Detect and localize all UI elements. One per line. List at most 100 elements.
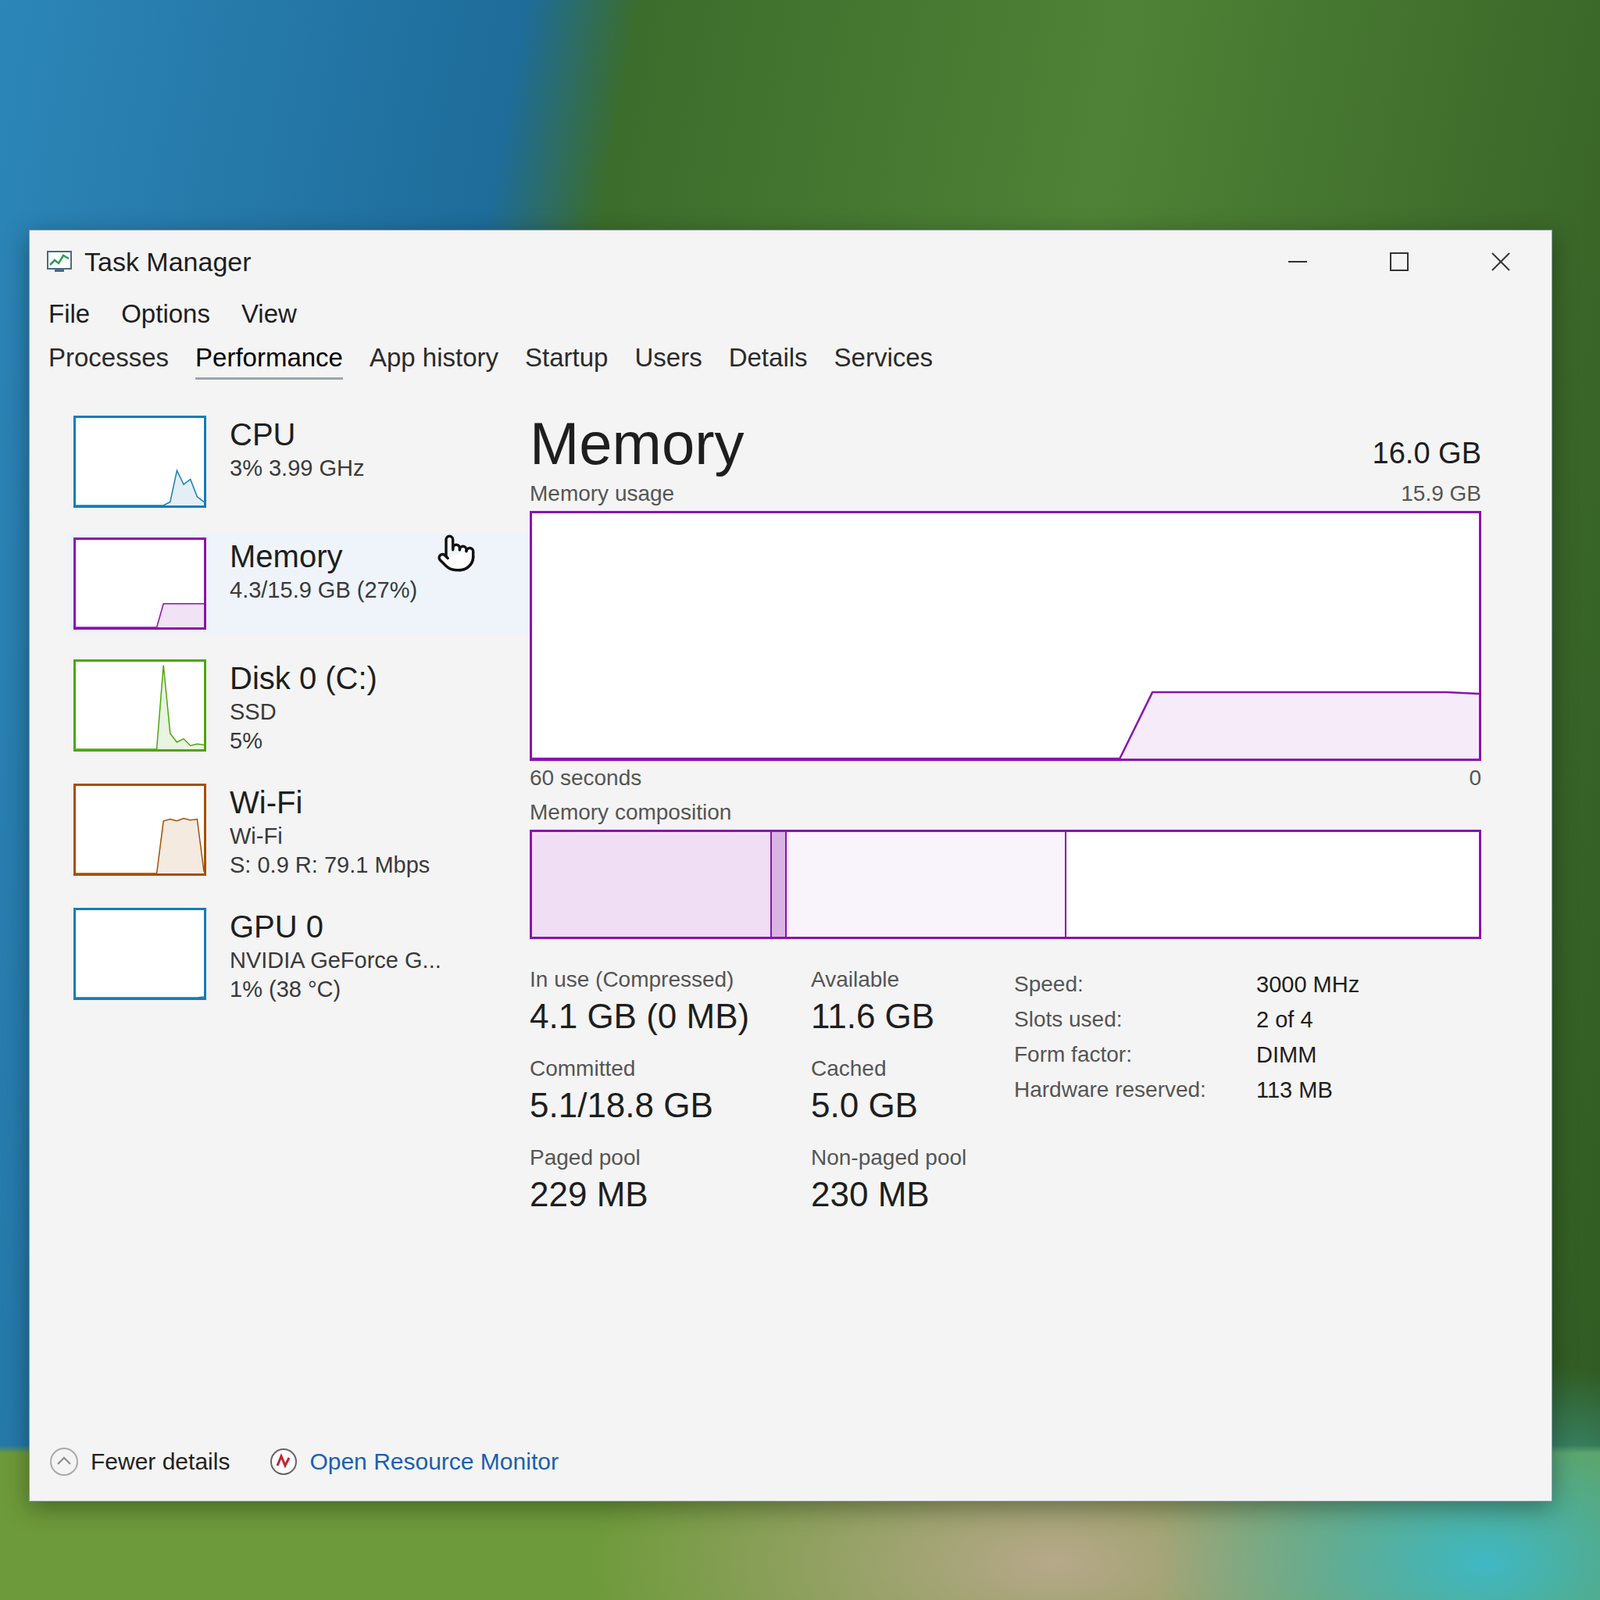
fewer-details-button[interactable]: Fewer details <box>48 1446 230 1478</box>
menu-item[interactable]: File <box>48 299 90 329</box>
sidebar-item-name: GPU 0 <box>229 909 442 945</box>
stat-value: 230 MB <box>810 1175 999 1215</box>
stats-area: In use (Compressed)4.1 GB (0 MB)Availabl… <box>529 967 1482 1215</box>
tab-bar: Processes Performance App history Startup Us… <box>29 335 1552 385</box>
spec-label: Speed: <box>1014 971 1249 998</box>
stat: In use (Compressed) 4.1 GB (0 MB) <box>529 967 811 1036</box>
stat-value: 11.6 GB <box>810 996 999 1036</box>
stat-value: 5.1/18.8 GB <box>529 1085 811 1125</box>
thumbnail-chart <box>73 783 207 876</box>
desktop: Task Manager File Options View Processes Perf… <box>0 0 1600 1600</box>
minimize-icon <box>1285 250 1310 274</box>
task-manager-window: Task Manager File Options View Processes Perf… <box>28 229 1553 1502</box>
performance-body: CPU3% 3.99 GHz Memory4.3/15.9 GB (27%) Dis… <box>29 384 1552 1431</box>
spec-value: 3000 MHz <box>1256 971 1360 998</box>
chart-max: 15.9 GB <box>1400 481 1482 507</box>
sidebar-item-detail: 5% <box>229 728 378 754</box>
sidebar-item-detail: S: 0.9 R: 79.1 Mbps <box>229 852 430 879</box>
menu-bar: File Options View <box>29 292 1552 336</box>
stat: Non-paged pool 230 MB <box>810 1145 999 1215</box>
stat-label: Cached <box>810 1056 999 1082</box>
resource-monitor-link[interactable]: Open Resource Monitor <box>268 1446 559 1477</box>
close-button[interactable] <box>1450 230 1552 293</box>
chart-min: 0 <box>1468 765 1482 791</box>
sidebar-item[interactable]: Wi-FiWi-FiS: 0.9 R: 79.1 Mbps <box>67 778 530 883</box>
stat-label: Committed <box>529 1056 811 1082</box>
stat-value: 229 MB <box>529 1175 811 1215</box>
thumbnail-chart <box>73 659 207 752</box>
spec-label: Slots used: <box>1014 1007 1249 1033</box>
hand-cursor-icon <box>435 532 477 577</box>
sidebar-item-detail: 4.3/15.9 GB (27%) <box>229 577 418 604</box>
minimize-button[interactable] <box>1246 230 1349 293</box>
sidebar-item-text: CPU3% 3.99 GHz <box>229 415 365 482</box>
stat-label: Paged pool <box>529 1145 811 1171</box>
title-bar: Task Manager <box>29 230 1552 293</box>
stat-label: Available <box>810 967 999 993</box>
sidebar-item[interactable]: GPU 0NVIDIA GeForce G...1% (38 °C) <box>67 903 530 1008</box>
chart-label: Memory usage <box>529 481 675 507</box>
stat-value: 4.1 GB (0 MB) <box>529 996 811 1036</box>
window-controls <box>1246 230 1552 293</box>
window-title: Task Manager <box>84 246 1236 278</box>
sidebar-item-detail: 3% 3.99 GHz <box>229 455 365 482</box>
chart-time: 60 seconds <box>529 765 642 791</box>
stat-label: In use (Compressed) <box>529 967 811 993</box>
tab[interactable]: Performance <box>195 342 343 380</box>
spec-value: DIMM <box>1256 1042 1360 1068</box>
menu-item[interactable]: Options <box>121 299 211 329</box>
maximize-icon <box>1387 250 1411 274</box>
composition-segment[interactable] <box>532 832 772 937</box>
tab[interactable]: Details <box>728 342 808 380</box>
sidebar-item[interactable]: Disk 0 (C:)SSD5% <box>67 654 530 759</box>
stat: Committed 5.1/18.8 GB <box>529 1056 811 1125</box>
memory-usage-chart <box>529 510 1482 761</box>
tab[interactable]: Processes <box>48 342 169 380</box>
thumbnail-chart <box>73 415 207 508</box>
stats-grid: In use (Compressed)4.1 GB (0 MB)Availabl… <box>529 967 999 1215</box>
stat-value: 5.0 GB <box>810 1085 999 1125</box>
composition-segment[interactable] <box>786 832 1067 937</box>
memory-composition <box>529 829 1482 940</box>
spec-label: Form factor: <box>1014 1042 1249 1068</box>
sidebar-item-text: Memory4.3/15.9 GB (27%) <box>229 537 418 604</box>
footer: Fewer details Open Resource Monitor <box>29 1430 1552 1501</box>
sidebar-item-text: Wi-FiWi-FiS: 0.9 R: 79.1 Mbps <box>229 783 430 879</box>
sidebar-item-detail: 1% (38 °C) <box>229 976 442 1003</box>
capacity: 16.0 GB <box>1372 436 1482 477</box>
resource-monitor-icon <box>268 1446 299 1477</box>
sidebar-item-detail: NVIDIA GeForce G... <box>229 947 442 974</box>
stat-label: Non-paged pool <box>810 1145 999 1171</box>
specs-grid: Speed: 3000 MHz Slots used: 2 of 4 Form fact… <box>1014 967 1360 1215</box>
panel-header: Memory16.0 GB <box>529 410 1482 477</box>
thumbnail-chart <box>73 537 207 630</box>
stat: Cached 5.0 GB <box>810 1056 999 1125</box>
menu-item[interactable]: View <box>241 299 297 329</box>
sidebar-item-text: Disk 0 (C:)SSD5% <box>229 659 378 754</box>
composition-label: Memory composition <box>529 800 732 825</box>
sidebar-item-name: Memory <box>229 539 418 575</box>
composition-segment[interactable] <box>1066 832 1479 937</box>
tab[interactable]: Services <box>834 342 934 380</box>
sidebar-item-name: Wi-Fi <box>229 785 430 821</box>
close-icon <box>1489 250 1513 274</box>
spec-label: Hardware reserved: <box>1014 1077 1249 1104</box>
composition-label-row: Memory composition <box>529 795 1482 830</box>
task-manager-icon <box>45 247 74 276</box>
tab[interactable]: Users <box>634 342 702 380</box>
sidebar-item-text: GPU 0NVIDIA GeForce G...1% (38 °C) <box>229 907 442 1003</box>
spec-value: 113 MB <box>1256 1077 1360 1104</box>
sidebar-item-name: CPU <box>229 417 365 453</box>
stat: Paged pool 229 MB <box>529 1145 811 1215</box>
stat: Available 11.6 GB <box>810 967 999 1036</box>
composition-segment[interactable] <box>771 832 787 937</box>
sidebar-item-detail: Wi-Fi <box>229 823 430 850</box>
tab[interactable]: Startup <box>525 342 608 380</box>
maximize-button[interactable] <box>1348 230 1450 293</box>
tab[interactable]: App history <box>369 342 499 380</box>
sidebar-item[interactable]: CPU3% 3.99 GHz <box>67 410 530 513</box>
thumbnail-chart <box>73 907 207 1000</box>
spec-value: 2 of 4 <box>1256 1007 1360 1033</box>
memory-panel: Memory16.0 GB Memory usage 15.9 GB 60 secon… <box>529 410 1552 1431</box>
chart-axis-row: 60 seconds 0 <box>529 760 1482 796</box>
